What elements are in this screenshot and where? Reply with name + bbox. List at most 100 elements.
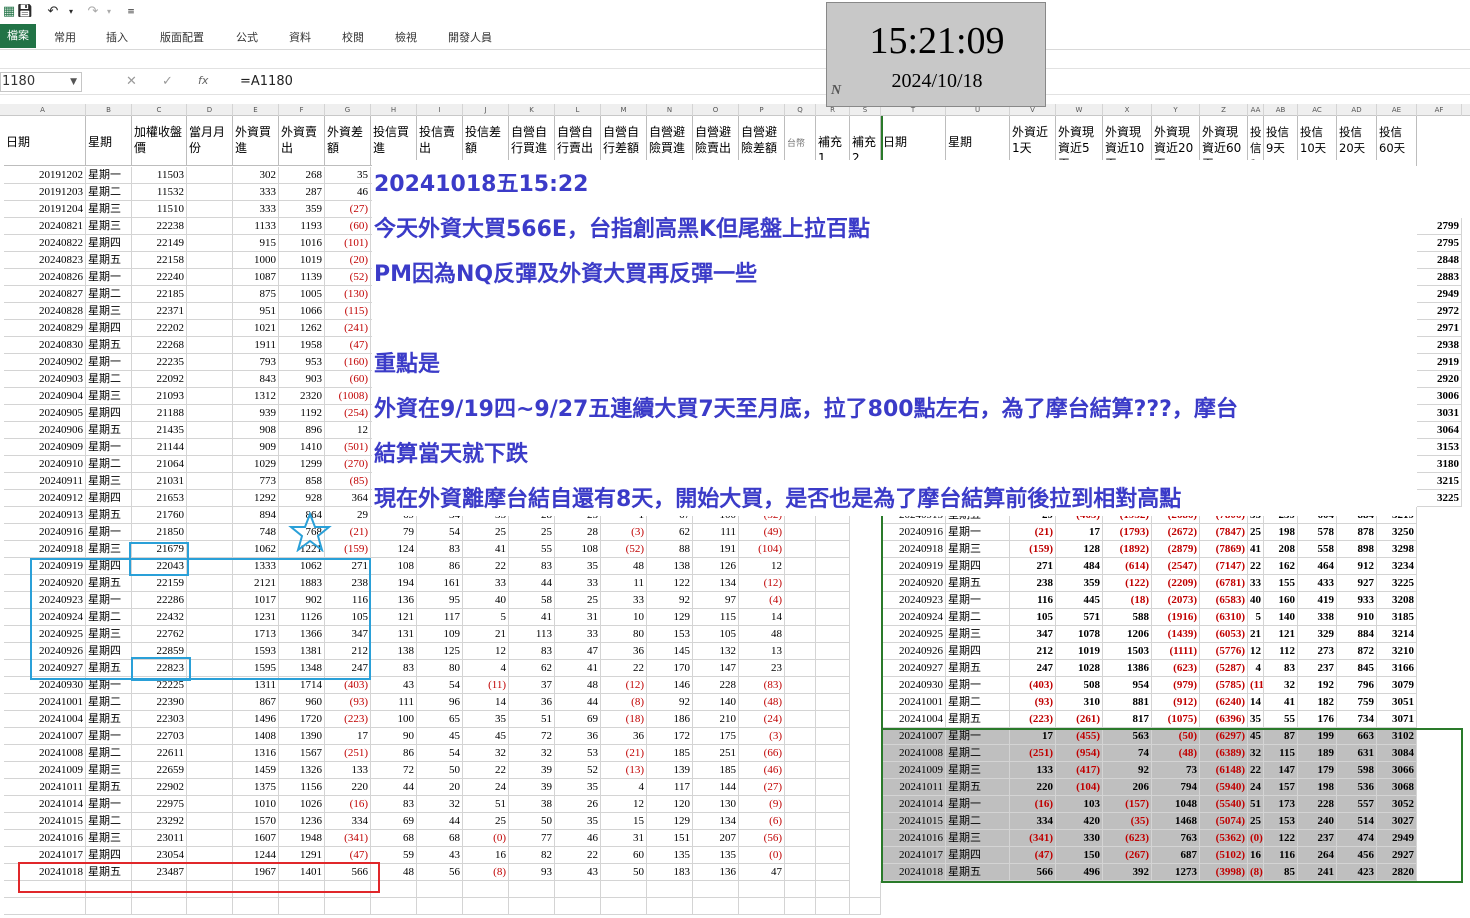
- cell-mid-r4-c0[interactable]: 194: [371, 575, 417, 592]
- cell-mid-r7-c0[interactable]: 131: [371, 626, 417, 643]
- cell-left-r37-c5[interactable]: 1026: [279, 796, 325, 813]
- cell-mid-r16-c0[interactable]: 44: [371, 779, 417, 796]
- cell-left-r23-c1[interactable]: 星期四: [86, 558, 132, 575]
- cell-right-r1-c7[interactable]: 25: [1248, 524, 1264, 541]
- empty-cell[interactable]: [86, 898, 132, 915]
- header-left-16[interactable]: 台幣: [785, 116, 816, 166]
- cell-left-r36-c0[interactable]: 20241011: [4, 779, 86, 796]
- cell-left-r4-c0[interactable]: 20240822: [4, 235, 86, 252]
- cell-mid-r16-c6[interactable]: 117: [647, 779, 693, 796]
- cell-left-r31-c6[interactable]: (93): [325, 694, 371, 711]
- header-left-3[interactable]: 當月月份: [187, 116, 233, 166]
- header-right-10[interactable]: 投信20天: [1337, 116, 1377, 166]
- cell-right-r9-c7[interactable]: 4: [1248, 660, 1264, 677]
- column-header-o[interactable]: O: [693, 104, 739, 116]
- cell-af-top-r7[interactable]: 2938: [1417, 337, 1462, 354]
- empty-cell[interactable]: [4, 898, 86, 915]
- cell-mid-r9-c7[interactable]: 147: [693, 660, 739, 677]
- cell-left-r29-c0[interactable]: 20240927: [4, 660, 86, 677]
- cell-left-r34-c5[interactable]: 1567: [279, 745, 325, 762]
- empty-cell[interactable]: [816, 643, 850, 660]
- empty-cell[interactable]: [371, 881, 417, 898]
- empty-cell[interactable]: [816, 881, 850, 898]
- cell-left-r17-c2[interactable]: 21064: [132, 456, 187, 473]
- cell-mid-r11-c0[interactable]: 111: [371, 694, 417, 711]
- cell-right-r21-c4[interactable]: 392: [1103, 864, 1152, 881]
- cell-right-r8-c5[interactable]: (1111): [1152, 643, 1200, 660]
- cell-left-r33-c6[interactable]: 17: [325, 728, 371, 745]
- cell-right-r11-c10[interactable]: 759: [1337, 694, 1377, 711]
- cell-right-r4-c11[interactable]: 3225: [1377, 575, 1417, 592]
- cell-af-top-r1[interactable]: 2795: [1417, 235, 1462, 252]
- cell-mid-r15-c4[interactable]: 52: [555, 762, 601, 779]
- header-right-4[interactable]: 外資現資近10天: [1103, 116, 1152, 166]
- cell-left-r2-c5[interactable]: 359: [279, 201, 325, 218]
- cell-left-r29-c6[interactable]: 247: [325, 660, 371, 677]
- cell-left-r19-c2[interactable]: 21653: [132, 490, 187, 507]
- cell-mid-r2-c3[interactable]: 55: [509, 541, 555, 558]
- cell-left-r29-c5[interactable]: 1348: [279, 660, 325, 677]
- cell-mid-r2-c8[interactable]: (104): [739, 541, 785, 558]
- empty-cell[interactable]: [785, 541, 816, 558]
- cell-left-r17-c1[interactable]: 星期二: [86, 456, 132, 473]
- cell-right-r17-c0[interactable]: 20241014: [881, 796, 946, 813]
- cell-left-r35-c3[interactable]: [187, 762, 233, 779]
- tab-view[interactable]: 檢視: [395, 29, 417, 45]
- cell-right-r14-c1[interactable]: 星期二: [946, 745, 1010, 762]
- cell-mid-r1-c2[interactable]: 25: [463, 524, 509, 541]
- empty-cell[interactable]: [850, 898, 881, 915]
- cell-right-r11-c2[interactable]: (93): [1010, 694, 1056, 711]
- cell-right-r7-c1[interactable]: 星期三: [946, 626, 1010, 643]
- cell-right-r7-c0[interactable]: 20240925: [881, 626, 946, 643]
- cell-mid-r11-c1[interactable]: 96: [417, 694, 463, 711]
- cell-left-r39-c5[interactable]: 1948: [279, 830, 325, 847]
- cell-left-r27-c1[interactable]: 星期三: [86, 626, 132, 643]
- cell-right-r16-c11[interactable]: 3068: [1377, 779, 1417, 796]
- cell-mid-r1-c6[interactable]: 62: [647, 524, 693, 541]
- cell-left-r22-c3[interactable]: [187, 541, 233, 558]
- cell-mid-r8-c8[interactable]: 13: [739, 643, 785, 660]
- cell-left-r32-c6[interactable]: (223): [325, 711, 371, 728]
- cell-af-top-r12[interactable]: 3064: [1417, 422, 1462, 439]
- cell-left-r36-c2[interactable]: 22902: [132, 779, 187, 796]
- empty-cell[interactable]: [816, 626, 850, 643]
- empty-cell[interactable]: [132, 881, 187, 898]
- cell-mid-r19-c1[interactable]: 68: [417, 830, 463, 847]
- cell-right-r12-c0[interactable]: 20241004: [881, 711, 946, 728]
- cell-mid-r3-c1[interactable]: 86: [417, 558, 463, 575]
- cell-right-r13-c5[interactable]: (50): [1152, 728, 1200, 745]
- empty-cell[interactable]: [850, 881, 881, 898]
- cell-right-r10-c2[interactable]: (403): [1010, 677, 1056, 694]
- cell-left-r32-c0[interactable]: 20241004: [4, 711, 86, 728]
- cell-mid-r11-c8[interactable]: (48): [739, 694, 785, 711]
- cell-left-r29-c3[interactable]: [187, 660, 233, 677]
- cell-left-r36-c5[interactable]: 1156: [279, 779, 325, 796]
- cell-left-r16-c0[interactable]: 20240909: [4, 439, 86, 456]
- cell-left-r3-c3[interactable]: [187, 218, 233, 235]
- cell-right-r20-c1[interactable]: 星期四: [946, 847, 1010, 864]
- cell-mid-r18-c6[interactable]: 129: [647, 813, 693, 830]
- empty-cell[interactable]: [371, 898, 417, 915]
- cell-right-r19-c6[interactable]: (5362): [1200, 830, 1248, 847]
- column-header-j[interactable]: J: [463, 104, 509, 116]
- header-left-17[interactable]: 補充1: [816, 116, 850, 166]
- cell-right-r15-c5[interactable]: 73: [1152, 762, 1200, 779]
- cell-left-r25-c6[interactable]: 116: [325, 592, 371, 609]
- cell-left-r21-c3[interactable]: [187, 524, 233, 541]
- tab-data[interactable]: 資料: [289, 29, 311, 45]
- cell-right-r9-c3[interactable]: 1028: [1056, 660, 1103, 677]
- cell-right-r13-c6[interactable]: (6297): [1200, 728, 1248, 745]
- cell-mid-r21-c5[interactable]: 50: [601, 864, 647, 881]
- cell-right-r19-c1[interactable]: 星期三: [946, 830, 1010, 847]
- tab-developer[interactable]: 開發人員: [448, 29, 492, 45]
- cell-mid-r6-c0[interactable]: 121: [371, 609, 417, 626]
- cell-right-r9-c9[interactable]: 237: [1298, 660, 1337, 677]
- cell-right-r15-c3[interactable]: (417): [1056, 762, 1103, 779]
- cell-right-r21-c1[interactable]: 星期五: [946, 864, 1010, 881]
- cell-mid-r20-c6[interactable]: 135: [647, 847, 693, 864]
- empty-cell[interactable]: [785, 626, 816, 643]
- cell-left-r21-c2[interactable]: 21850: [132, 524, 187, 541]
- cell-right-r6-c11[interactable]: 3185: [1377, 609, 1417, 626]
- empty-cell[interactable]: [601, 898, 647, 915]
- cell-right-r16-c9[interactable]: 198: [1298, 779, 1337, 796]
